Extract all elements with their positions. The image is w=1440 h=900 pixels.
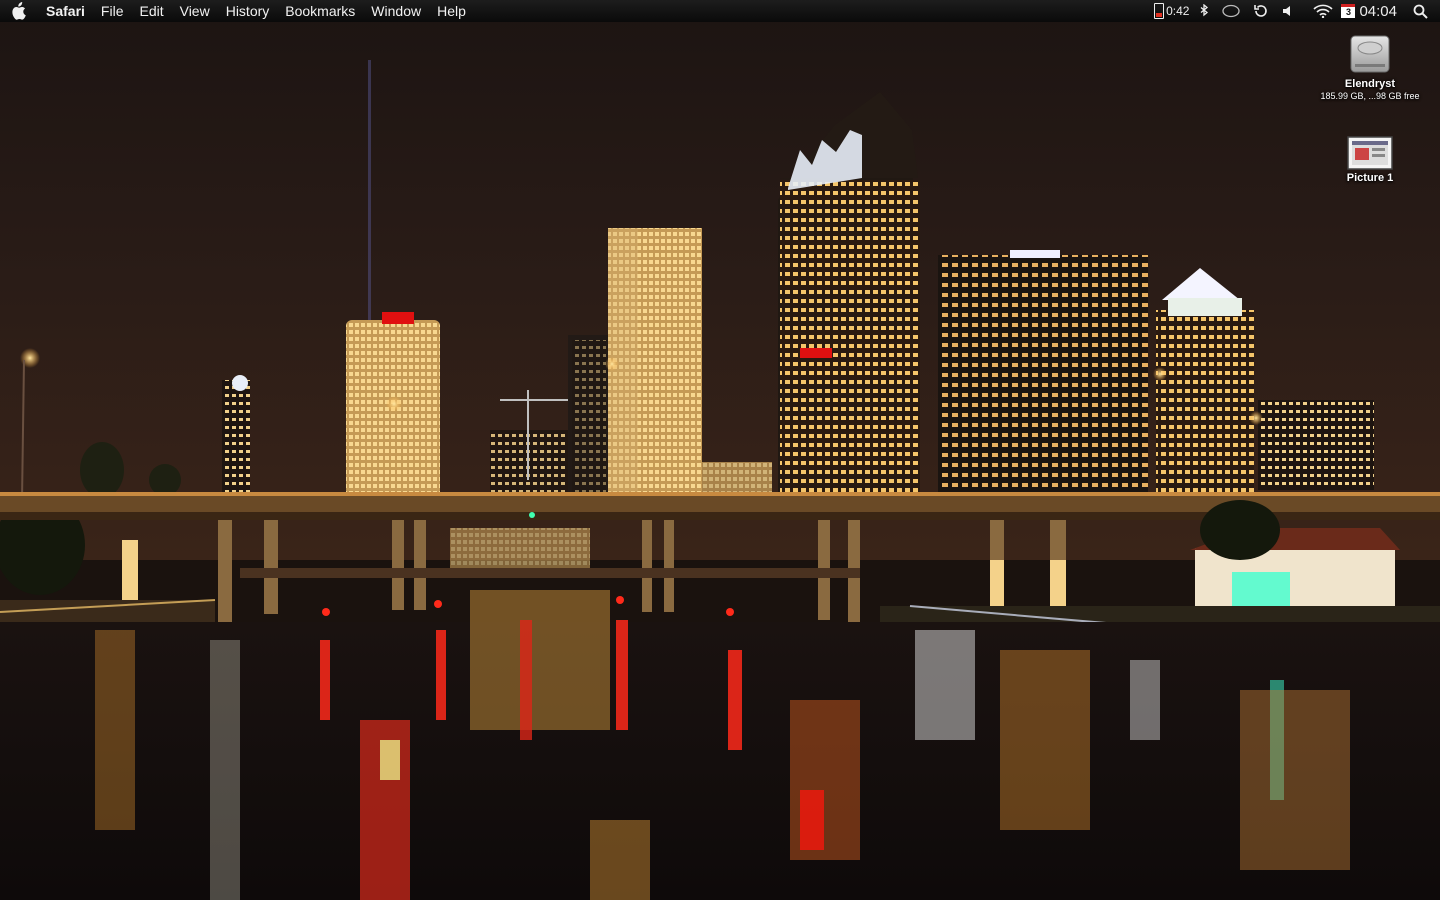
desktop-icon-drive[interactable]: Elendryst 185.99 GB, ...98 GB free: [1305, 30, 1435, 101]
desktop-icon-picture[interactable]: Picture 1: [1305, 136, 1435, 184]
menu-app-name[interactable]: Safari: [36, 0, 93, 22]
drive-info: 185.99 GB, ...98 GB free: [1320, 91, 1420, 101]
apple-logo-icon[interactable]: [0, 0, 36, 22]
hard-drive-icon: [1350, 35, 1390, 73]
screenshot-file-icon: [1347, 136, 1393, 170]
calendar-day: 3: [1341, 4, 1356, 18]
wallpaper-city-night: [0, 0, 1440, 900]
calendar-icon[interactable]: 3: [1339, 0, 1357, 22]
chat-icon[interactable]: [1215, 0, 1247, 22]
drive-name: Elendryst: [1344, 78, 1396, 90]
menu-window[interactable]: Window: [363, 0, 429, 22]
time-machine-icon[interactable]: [1247, 0, 1275, 22]
menu-view[interactable]: View: [172, 0, 218, 22]
menu-clock[interactable]: 04:04: [1357, 0, 1405, 22]
battery-status[interactable]: 0:42: [1148, 0, 1193, 22]
volume-icon[interactable]: [1275, 0, 1301, 22]
spotlight-icon[interactable]: [1405, 0, 1440, 22]
menu-help[interactable]: Help: [429, 0, 474, 22]
bluetooth-icon[interactable]: [1193, 0, 1215, 22]
battery-time: 0:42: [1166, 4, 1190, 18]
menu-edit[interactable]: Edit: [131, 0, 171, 22]
menu-history[interactable]: History: [218, 0, 278, 22]
battery-icon: [1154, 3, 1165, 19]
picture-name: Picture 1: [1346, 172, 1394, 184]
menu-file[interactable]: File: [93, 0, 132, 22]
menu-bar: Safari File Edit View History Bookmarks …: [0, 0, 1440, 22]
wifi-icon[interactable]: [1301, 0, 1339, 22]
menu-bookmarks[interactable]: Bookmarks: [277, 0, 363, 22]
desktop: Safari File Edit View History Bookmarks …: [0, 0, 1440, 900]
